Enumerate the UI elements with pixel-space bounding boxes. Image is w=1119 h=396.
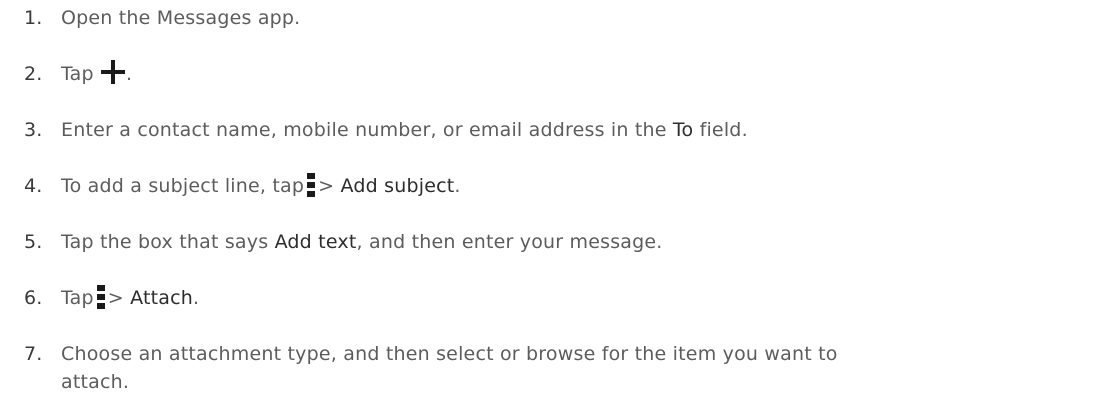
step-text: Choose an attachment type, and then sele… — [61, 343, 838, 365]
step-number: 7. — [24, 343, 43, 365]
step-number: 6. — [24, 287, 43, 309]
separator: > — [107, 287, 131, 309]
step-text-end: . — [193, 287, 200, 309]
step-4: 4. To add a subject line, tap > Add subjec… — [24, 172, 1114, 200]
step-number: 4. — [24, 175, 43, 197]
step-text-end: , and then enter your message. — [356, 231, 663, 253]
plus-icon — [100, 59, 126, 85]
step-2: 2. Tap . — [24, 59, 1114, 88]
step-text-end: . — [454, 175, 461, 197]
step-6: 6. Tap > Attach. — [24, 284, 1114, 312]
step-number: 5. — [24, 231, 43, 253]
step-number: 3. — [24, 119, 43, 141]
ui-label-add-subject: Add subject — [340, 175, 455, 197]
more-vertical-icon — [307, 172, 316, 197]
step-number: 2. — [24, 63, 43, 85]
step-text: Tap the box that says — [61, 231, 275, 253]
step-text: Open the Messages app. — [61, 7, 301, 29]
step-text: Tap — [61, 287, 94, 309]
step-text-end: field. — [693, 119, 748, 141]
step-3: 3. Enter a contact name, mobile number, o… — [24, 116, 1114, 144]
step-text: Enter a contact name, mobile number, or … — [61, 119, 673, 141]
more-vertical-icon — [96, 284, 105, 309]
step-7: 7. Choose an attachment type, and then se… — [24, 340, 1114, 396]
ui-label-add-text: Add text — [274, 231, 357, 253]
step-1: 1. Open the Messages app. — [24, 4, 1114, 32]
ui-label-attach: Attach — [130, 287, 194, 309]
step-text-end: . — [126, 63, 133, 85]
step-5: 5. Tap the box that says Add text, and th… — [24, 228, 1114, 256]
step-text: To add a subject line, tap — [61, 175, 305, 197]
step-text: Tap — [61, 63, 94, 85]
separator: > — [318, 175, 341, 197]
ui-label-to: To — [672, 119, 694, 141]
instruction-steps: 1. Open the Messages app. 2. Tap . 3. Enter… — [0, 0, 1119, 393]
step-number: 1. — [24, 7, 43, 29]
